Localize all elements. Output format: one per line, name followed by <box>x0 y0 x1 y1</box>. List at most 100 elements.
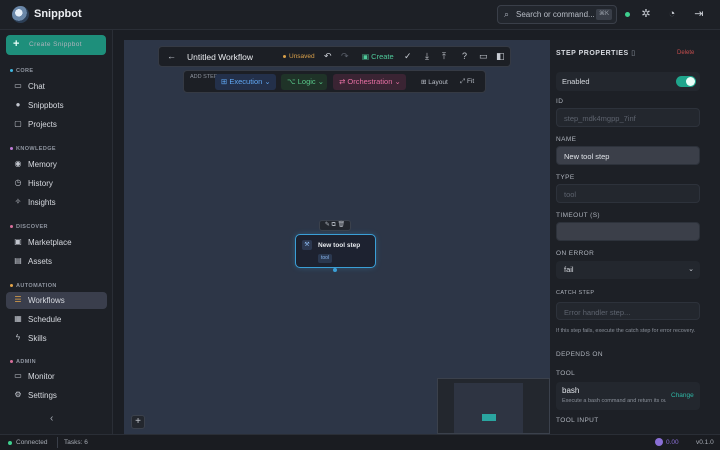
tool-name: bash <box>562 386 580 395</box>
sidebar-item-assets[interactable]: ▤ Assets <box>6 253 107 270</box>
step-properties-panel: STEP PROPERTIES ▯ Delete Enabled ID step… <box>550 40 720 434</box>
brain-icon: ◉ <box>14 159 22 168</box>
sparkle-icon: ✧ <box>14 197 22 206</box>
zoom-in-button[interactable]: + <box>131 415 145 429</box>
image-icon: ▤ <box>14 256 22 265</box>
search-placeholder: Search or command... <box>516 10 595 19</box>
collapse-sidebar-icon[interactable]: ‹ <box>50 413 53 424</box>
info-icon: ▯ <box>631 50 636 57</box>
execution-dropdown[interactable]: ⊞ Execution ⌄ <box>215 74 276 90</box>
bug-icon[interactable]: ✲ <box>639 7 653 21</box>
connection-dot <box>8 441 12 445</box>
logic-dropdown[interactable]: ⌥ Logic ⌄ <box>281 74 327 90</box>
section-discover: DISCOVER <box>10 224 48 230</box>
on-error-select[interactable]: fail ⌄ <box>556 261 700 279</box>
download-icon[interactable]: ⤓ <box>425 51 429 62</box>
minimap-node <box>482 414 496 421</box>
name-label: NAME <box>556 136 577 143</box>
bag-icon: ▣ <box>14 237 22 246</box>
snippbot-logo-icon[interactable] <box>12 6 29 23</box>
section-knowledge: KNOWLEDGE <box>10 146 56 152</box>
orchestration-dropdown[interactable]: ⇄ Orchestration ⌄ <box>333 74 406 90</box>
id-label: ID <box>556 98 564 105</box>
app-brand: Snippbot <box>34 8 82 20</box>
name-field[interactable]: New tool step <box>556 146 700 165</box>
fit-button[interactable]: ⤢ Fit <box>460 78 474 86</box>
catch-step-select[interactable]: Error handler step... <box>556 302 700 320</box>
sidebar-item-schedule[interactable]: ▦ Schedule <box>6 311 107 328</box>
cost-value: 0.00 <box>666 439 679 446</box>
enabled-toggle[interactable] <box>676 76 696 87</box>
id-field[interactable]: step_mdk4mgpp_7inf <box>556 108 700 127</box>
workflow-toolbar: ← Untitled Workflow Unsaved ↶ ↷ ▣ Create… <box>158 46 511 67</box>
type-label: TYPE <box>556 174 575 181</box>
top-bar: Snippbot ⌕ Search or command... ⌘K ✲ ◔ ⇥ <box>0 0 720 30</box>
workflow-title[interactable]: Untitled Workflow <box>187 52 253 62</box>
node-type-tag: tool <box>318 254 333 263</box>
change-tool-button[interactable]: Change <box>671 392 694 399</box>
chat-icon: ▭ <box>14 81 22 90</box>
panel-title: STEP PROPERTIES ▯ <box>556 50 636 57</box>
sidebar-item-skills[interactable]: ϟ Skills <box>6 330 107 347</box>
sidebar-item-projects[interactable]: ▢ Projects <box>6 116 107 133</box>
calendar-icon: ▦ <box>14 314 22 323</box>
logout-icon[interactable]: ⇥ <box>692 7 706 21</box>
sidebar-item-workflows[interactable]: ☰ Workflows <box>6 292 107 309</box>
node-toolbar[interactable]: ✎ ⧉ 🗑 <box>319 220 351 231</box>
enabled-row: Enabled <box>556 72 700 91</box>
upload-icon[interactable]: ⤒ <box>442 51 446 62</box>
code-view-icon[interactable]: ▭ <box>479 51 488 62</box>
sidebar: + Create Snippbot CORE ▭ Chat ● Snippbots … <box>0 30 113 434</box>
sidebar-item-settings[interactable]: ⚙ Settings <box>6 387 107 404</box>
plus-icon: + <box>13 38 20 50</box>
create-snippbot-button[interactable]: + Create Snippbot <box>6 35 106 55</box>
sidebar-item-history[interactable]: ◷ History <box>6 175 107 192</box>
catch-step-hint: If this step fails, execute the catch st… <box>556 328 696 334</box>
folder-icon: ▢ <box>14 119 22 128</box>
bell-icon[interactable]: ◔ <box>665 7 679 21</box>
tool-description: Execute a bash command and return its ou… <box>562 398 666 404</box>
help-icon[interactable]: ? <box>462 51 467 61</box>
sidebar-item-insights[interactable]: ✧ Insights <box>6 194 107 211</box>
cost-icon <box>655 438 663 446</box>
workflow-icon: ☰ <box>14 295 22 304</box>
add-step-bar: ADD STEP: ⊞ Execution ⌄ ⌥ Logic ⌄ ⇄ Orch… <box>183 70 486 93</box>
section-core: CORE <box>10 68 34 74</box>
minimap[interactable] <box>437 378 550 434</box>
panel-toggle-icon[interactable]: ◧ <box>496 51 505 62</box>
tool-input-label: TOOL INPUT <box>556 417 599 424</box>
node-output-handle[interactable] <box>333 268 337 272</box>
layout-button[interactable]: ⊞ Layout <box>421 78 448 86</box>
validate-icon[interactable]: ✓ <box>404 51 412 62</box>
search-input[interactable]: ⌕ Search or command... ⌘K <box>497 5 617 24</box>
section-admin: ADMIN <box>10 359 36 365</box>
sidebar-item-marketplace[interactable]: ▣ Marketplace <box>6 234 107 251</box>
status-bar: Connected Tasks: 6 0.00 v0.1.0 <box>0 434 720 450</box>
delete-step-button[interactable]: Delete <box>677 50 694 56</box>
monitor-icon: ▭ <box>14 371 22 380</box>
section-automation: AUTOMATION <box>10 283 57 289</box>
timeout-field[interactable] <box>556 222 700 241</box>
redo-icon[interactable]: ↷ <box>341 51 349 62</box>
sidebar-item-memory[interactable]: ◉ Memory <box>6 156 107 173</box>
type-field[interactable]: tool <box>556 184 700 203</box>
clock-icon: ◷ <box>14 178 22 187</box>
sidebar-item-snippbots[interactable]: ● Snippbots <box>6 97 107 114</box>
node-title: New tool step <box>318 242 361 249</box>
tool-label: TOOL <box>556 370 576 377</box>
catch-step-label: CATCH STEP <box>556 290 595 296</box>
gear-icon: ⚙ <box>14 390 22 399</box>
sidebar-item-chat[interactable]: ▭ Chat <box>6 78 107 95</box>
app-version: v0.1.0 <box>696 439 714 446</box>
search-icon: ⌕ <box>504 9 510 19</box>
user-icon: ● <box>15 100 21 109</box>
minimap-viewport <box>454 383 523 433</box>
create-button[interactable]: ▣ Create <box>362 52 394 61</box>
undo-icon[interactable]: ↶ <box>324 51 332 62</box>
tasks-count[interactable]: Tasks: 6 <box>64 439 88 446</box>
timeout-label: TIMEOUT (S) <box>556 212 600 219</box>
connection-status: Connected <box>16 439 48 446</box>
sidebar-item-monitor[interactable]: ▭ Monitor <box>6 368 107 385</box>
workflow-node[interactable]: ⚒ New tool step tool <box>295 234 376 268</box>
back-arrow-icon[interactable]: ← <box>167 51 176 61</box>
